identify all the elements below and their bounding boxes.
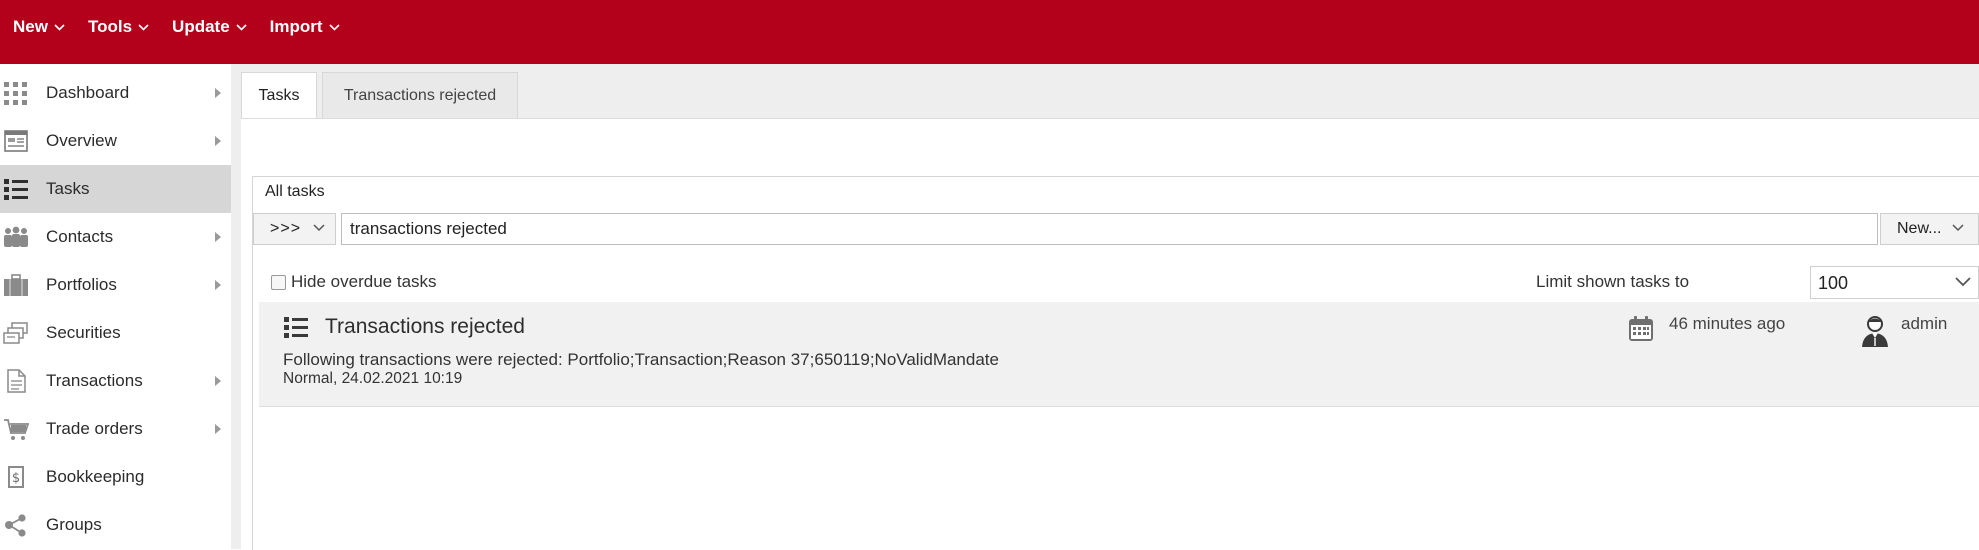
chevron-down-icon [313,224,325,232]
menu-update-label: Update [172,17,230,36]
limit-select-value: 100 [1818,273,1849,293]
sidebar-item-label: Dashboard [46,83,130,102]
hide-overdue-label: Hide overdue tasks [291,272,437,291]
task-list-item[interactable]: Transactions rejected Following transact… [259,302,1979,407]
tab-transactions-rejected[interactable]: Transactions rejected [322,72,518,118]
tab-bar: Tasks Transactions rejected [241,64,1979,119]
top-menu-bar: New Tools Update Import [0,0,1979,64]
briefcase-icon [4,274,28,296]
search-input[interactable] [341,213,1878,245]
chevron-down-icon [54,23,65,31]
scope-dropdown-value: >>> [270,220,302,237]
hide-overdue-checkbox[interactable] [271,274,286,290]
sidebar-item-trade-orders[interactable]: Trade orders [0,405,231,453]
securities-stack-icon [3,322,28,344]
menu-tools[interactable]: Tools [88,17,149,37]
contacts-people-icon [4,226,28,247]
sidebar-item-contacts[interactable]: Contacts [0,213,231,261]
menu-new[interactable]: New [13,17,65,37]
caret-right-icon [215,376,221,386]
sidebar-item-label: Tasks [46,179,90,198]
sidebar-item-label: Contacts [46,227,114,246]
chevron-down-icon [236,23,247,31]
task-description: Following transactions were rejected: Po… [283,350,999,369]
tab-label: Tasks [258,86,300,104]
ledger-dollar-icon: $ [8,466,24,488]
caret-right-icon [215,424,221,434]
svg-text:$: $ [12,471,20,486]
sidebar-item-overview[interactable]: Overview [0,117,231,165]
chevron-down-icon [1955,277,1971,287]
chevron-down-icon [138,23,149,31]
sidebar-item-label: Portfolios [46,275,117,294]
top-menu: New Tools Update Import [13,0,363,54]
sidebar-item-portfolios[interactable]: Portfolios [0,261,231,309]
tasks-list-icon [284,317,308,338]
task-time-ago: 46 minutes ago [1669,314,1786,333]
sidebar-item-label: Trade orders [46,419,143,438]
limit-label: Limit shown tasks to [1536,272,1690,291]
sidebar-item-transactions[interactable]: Transactions [0,357,231,405]
panel-title: All tasks [265,183,325,200]
caret-right-icon [215,232,221,242]
menu-new-label: New [13,17,48,36]
dashboard-grid-icon [4,82,27,105]
tab-tasks[interactable]: Tasks [241,72,317,118]
sidebar-item-securities[interactable]: Securities [0,309,231,357]
sidebar-item-bookkeeping[interactable]: $ Bookkeeping [0,453,231,501]
menu-import[interactable]: Import [270,17,340,37]
limit-select[interactable]: 100 [1810,266,1979,299]
menu-tools-label: Tools [87,17,133,36]
sidebar-item-label: Securities [46,323,121,342]
sidebar-item-dashboard[interactable]: Dashboard [0,69,231,117]
caret-right-icon [215,136,221,146]
cart-icon [4,419,29,440]
task-assignee: admin [1901,314,1948,333]
hide-overdue-toggle: Hide overdue tasks [271,272,437,292]
caret-right-icon [215,280,221,290]
sidebar-item-label: Bookkeeping [46,467,145,486]
sidebar-resize-handle[interactable] [231,64,241,549]
tasks-list-icon [4,179,28,200]
calendar-icon [1629,316,1653,341]
sidebar: Dashboard Overview Tasks Contacts Portfo… [0,64,232,549]
chevron-down-icon [1952,224,1964,232]
sidebar-item-label: Groups [46,515,102,534]
new-task-button[interactable]: New... [1880,213,1979,245]
document-icon [7,369,26,393]
scope-dropdown[interactable]: >>> [253,213,336,245]
user-avatar-icon [1862,316,1888,347]
tab-label: Transactions rejected [343,86,497,104]
new-task-button-label: New... [1897,220,1942,237]
sidebar-item-label: Overview [46,131,117,150]
menu-import-label: Import [269,17,323,36]
sidebar-item-groups[interactable]: Groups [0,501,231,549]
chevron-down-icon [328,23,340,31]
overview-icon [4,130,28,152]
share-nodes-icon [5,514,26,537]
task-title: Transactions rejected [325,315,525,338]
sidebar-item-tasks[interactable]: Tasks [0,165,231,213]
task-priority-date: Normal, 24.02.2021 10:19 [283,370,463,387]
caret-right-icon [215,88,221,98]
menu-update[interactable]: Update [172,17,247,37]
sidebar-item-label: Transactions [46,371,143,390]
